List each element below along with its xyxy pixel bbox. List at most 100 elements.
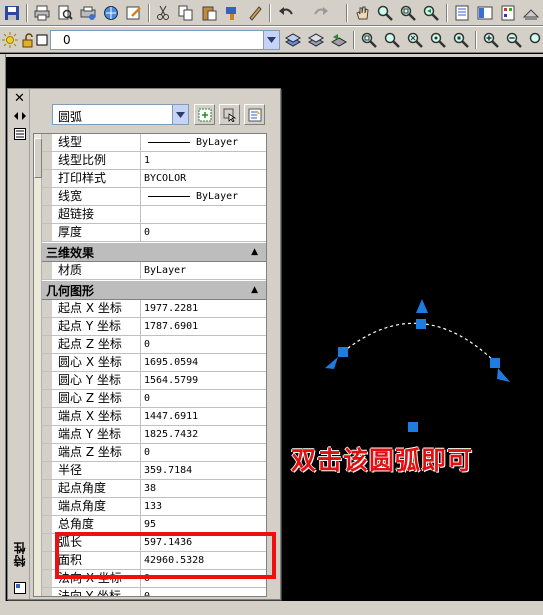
property-scrollbar[interactable] xyxy=(34,134,42,596)
property-value[interactable]: 0 xyxy=(141,444,266,461)
row-gutter xyxy=(42,444,52,461)
palette-titlebar[interactable]: ✕ 特性 xyxy=(8,89,30,599)
layer-states-icon[interactable] xyxy=(306,30,326,50)
palette-properties-icon[interactable] xyxy=(13,581,26,594)
layer-on-icon[interactable] xyxy=(0,30,20,50)
zoom-window-icon[interactable] xyxy=(398,3,418,23)
property-row[interactable]: 圆心 Z 坐标 0 xyxy=(42,390,266,408)
property-row[interactable]: 超链接 xyxy=(42,206,266,224)
cut-icon[interactable] xyxy=(153,3,173,23)
print-icon[interactable] xyxy=(32,3,52,23)
zoom-center-icon[interactable] xyxy=(428,30,448,50)
print-preview-icon[interactable] xyxy=(55,3,75,23)
property-row[interactable]: 端点 Y 坐标 1825.7432 xyxy=(42,426,266,444)
paste-icon[interactable] xyxy=(199,3,219,23)
collapse-icon[interactable]: ▲ xyxy=(251,247,258,257)
match-properties-icon[interactable] xyxy=(222,3,242,23)
auto-hide-icon[interactable] xyxy=(13,109,26,122)
category-geometry[interactable]: 几何图形 ▲ xyxy=(42,280,266,300)
property-value[interactable]: 1787.6901 xyxy=(141,318,266,335)
zoom-object-icon[interactable] xyxy=(451,30,471,50)
properties-icon[interactable] xyxy=(452,3,472,23)
property-row[interactable]: 起点 Y 坐标 1787.6901 xyxy=(42,318,266,336)
zoom-previous-icon[interactable] xyxy=(421,3,441,23)
property-value[interactable] xyxy=(141,206,266,223)
property-value[interactable]: BYCOLOR xyxy=(141,170,266,187)
row-gutter xyxy=(42,588,52,596)
property-row[interactable]: 端点角度 133 xyxy=(42,498,266,516)
zoom-in-icon[interactable] xyxy=(481,30,501,50)
property-row[interactable]: 材质 ByLayer xyxy=(42,262,266,280)
property-row[interactable]: 端点 X 坐标 1447.6911 xyxy=(42,408,266,426)
property-row[interactable]: 厚度 0 xyxy=(42,224,266,242)
property-value[interactable]: 0 xyxy=(141,224,266,241)
quick-select-button[interactable] xyxy=(244,104,265,125)
collapse-icon[interactable]: ▲ xyxy=(251,285,258,295)
layer-manager-icon[interactable] xyxy=(283,30,303,50)
property-value[interactable]: 1695.0594 xyxy=(141,354,266,371)
property-row[interactable]: 线型 ByLayer xyxy=(42,134,266,152)
property-value[interactable]: 1977.2281 xyxy=(141,300,266,317)
markup-icon[interactable] xyxy=(521,3,541,23)
select-objects-button[interactable] xyxy=(219,104,240,125)
zoom-out-icon[interactable] xyxy=(504,30,524,50)
property-value[interactable]: 359.7184 xyxy=(141,462,266,479)
zoom-dynamic-icon[interactable] xyxy=(382,30,402,50)
undo-icon[interactable] xyxy=(276,3,296,23)
zoom-realtime-icon[interactable] xyxy=(375,3,395,23)
property-value[interactable]: ByLayer xyxy=(141,188,266,205)
property-value[interactable]: 0 xyxy=(141,390,266,407)
chevron-down-icon[interactable] xyxy=(172,105,188,124)
zoom-window2-icon[interactable] xyxy=(359,30,379,50)
layer-dropdown[interactable]: 0 xyxy=(50,30,280,50)
tool-palette-icon[interactable] xyxy=(498,3,518,23)
property-value[interactable]: 0 xyxy=(141,588,266,596)
layer-color-icon[interactable] xyxy=(32,30,52,50)
property-value[interactable]: 1564.5799 xyxy=(141,372,266,389)
property-name: 半径 xyxy=(52,462,141,479)
property-row[interactable]: 起点角度 38 xyxy=(42,480,266,498)
redo-icon[interactable] xyxy=(311,3,331,23)
category-3d-effects[interactable]: 三维效果 ▲ xyxy=(42,242,266,262)
edit-icon[interactable] xyxy=(124,3,144,23)
plot-icon[interactable] xyxy=(78,3,98,23)
scrollbar-thumb[interactable] xyxy=(34,138,42,178)
design-center-icon[interactable] xyxy=(475,3,495,23)
property-row[interactable]: 端点 Z 坐标 0 xyxy=(42,444,266,462)
row-gutter xyxy=(42,534,52,551)
brush-icon[interactable] xyxy=(245,3,265,23)
property-row[interactable]: 圆心 Y 坐标 1564.5799 xyxy=(42,372,266,390)
property-row[interactable]: 起点 X 坐标 1977.2281 xyxy=(42,300,266,318)
property-value[interactable]: ByLayer xyxy=(141,262,266,279)
pan-icon[interactable] xyxy=(352,3,372,23)
property-value[interactable]: 0 xyxy=(141,336,266,353)
property-value[interactable]: 95 xyxy=(141,516,266,533)
property-value[interactable]: 38 xyxy=(141,480,266,497)
toolbar-separator xyxy=(148,4,150,22)
property-row[interactable]: 半径 359.7184 xyxy=(42,462,266,480)
property-value[interactable]: 1 xyxy=(141,152,266,169)
property-row[interactable]: 圆心 X 坐标 1695.0594 xyxy=(42,354,266,372)
property-row[interactable]: 打印样式 BYCOLOR xyxy=(42,170,266,188)
zoom-all-icon[interactable] xyxy=(525,30,543,50)
property-value[interactable]: 1825.7432 xyxy=(141,426,266,443)
layer-previous-icon[interactable] xyxy=(329,30,349,50)
property-row[interactable]: 线型比例 1 xyxy=(42,152,266,170)
close-icon[interactable]: ✕ xyxy=(13,92,26,105)
property-value[interactable]: 1447.6911 xyxy=(141,408,266,425)
save-icon[interactable] xyxy=(2,3,22,23)
property-row[interactable]: 线宽 ByLayer xyxy=(42,188,266,206)
property-value[interactable]: 133 xyxy=(141,498,266,515)
copy-icon[interactable] xyxy=(176,3,196,23)
property-row[interactable]: 法向 Y 坐标 0 xyxy=(42,588,266,596)
category-label: 几何图形 xyxy=(46,283,95,298)
publish-icon[interactable] xyxy=(101,3,121,23)
palette-menu-icon[interactable] xyxy=(13,127,26,140)
property-row[interactable]: 起点 Z 坐标 0 xyxy=(42,336,266,354)
zoom-scale-icon[interactable] xyxy=(405,30,425,50)
object-type-dropdown[interactable]: 圆弧 xyxy=(52,104,189,125)
row-gutter xyxy=(42,498,52,515)
property-value[interactable]: ByLayer xyxy=(141,134,266,151)
chevron-down-icon[interactable] xyxy=(263,31,279,49)
toggle-pickadd-button[interactable] xyxy=(194,104,215,125)
